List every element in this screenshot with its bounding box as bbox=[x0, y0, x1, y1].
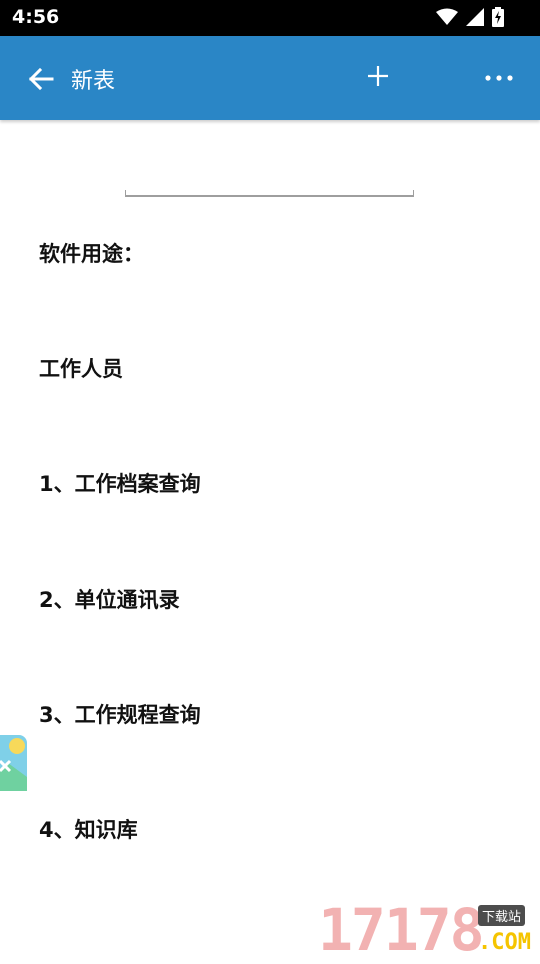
signal-icon bbox=[466, 8, 484, 26]
doc-line-staff[interactable]: 工作人员 bbox=[39, 353, 123, 383]
app-title: 新表 bbox=[71, 69, 116, 94]
watermark-logo: 17178 下载站 .COM bbox=[318, 900, 540, 960]
plus-icon[interactable] bbox=[366, 64, 390, 88]
more-horizontal-icon[interactable] bbox=[484, 74, 514, 82]
floating-image-widget-icon[interactable] bbox=[0, 735, 28, 793]
doc-line-rules-query[interactable]: 3、工作规程查询 bbox=[39, 699, 201, 729]
battery-charging-icon bbox=[492, 7, 504, 27]
status-time: 4:56 bbox=[12, 6, 60, 28]
doc-line-contacts[interactable]: 2、单位通讯录 bbox=[39, 584, 180, 614]
status-icons bbox=[436, 7, 504, 27]
app-bar: 新表 bbox=[0, 36, 540, 120]
watermark-suffix: .COM bbox=[478, 930, 531, 955]
text-cursor-divider bbox=[125, 190, 414, 197]
status-bar: 4:56 bbox=[0, 0, 540, 36]
doc-line-purpose[interactable]: 软件用途： bbox=[39, 238, 144, 268]
doc-line-knowledge-base[interactable]: 4、知识库 bbox=[39, 814, 138, 844]
watermark-badge: 下载站 bbox=[478, 905, 526, 926]
watermark-digits: 17178 bbox=[318, 896, 485, 964]
wifi-icon bbox=[436, 8, 458, 25]
back-arrow-icon[interactable] bbox=[26, 64, 56, 94]
doc-line-archive-query[interactable]: 1、工作档案查询 bbox=[39, 468, 201, 498]
